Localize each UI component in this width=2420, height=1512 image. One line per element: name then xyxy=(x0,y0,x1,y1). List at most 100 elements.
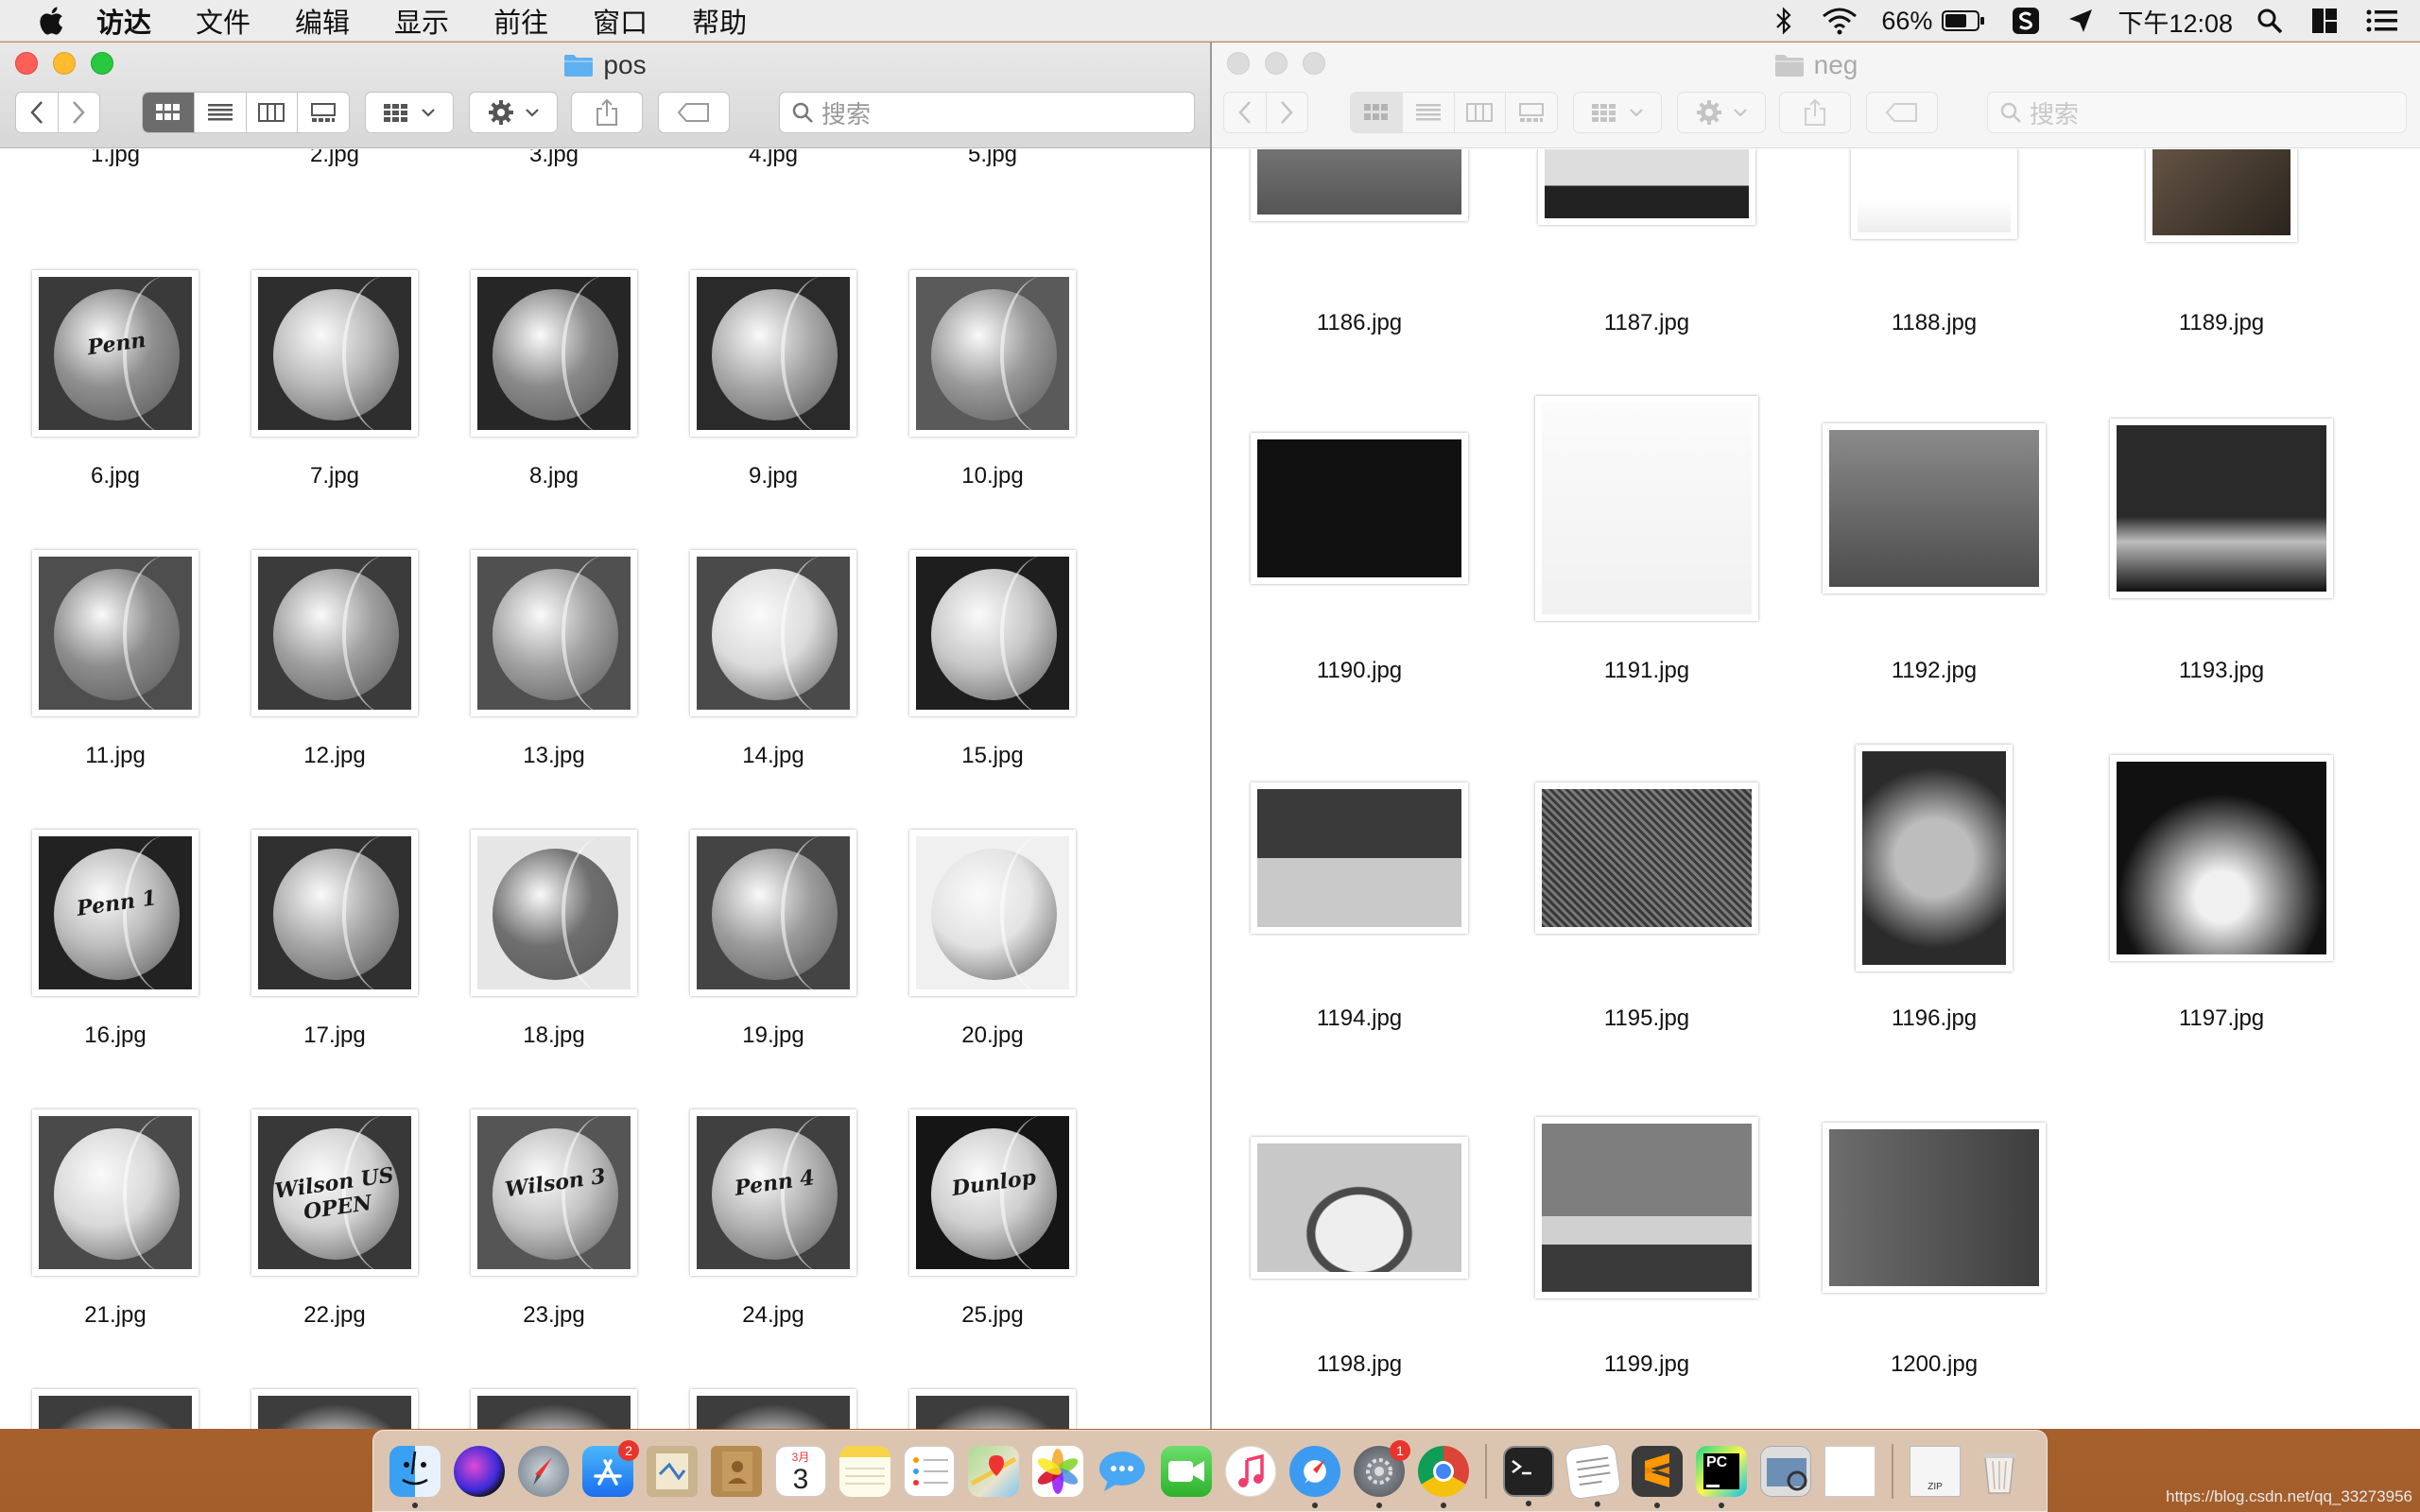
icon-view-button[interactable] xyxy=(1351,93,1403,132)
file-item[interactable]: Penn 1 16.jpg xyxy=(30,830,200,1048)
image-thumbnail[interactable] xyxy=(1538,149,1755,225)
image-thumbnail[interactable] xyxy=(909,550,1076,716)
gallery-view-button[interactable] xyxy=(298,93,349,132)
image-thumbnail[interactable]: Penn 4 xyxy=(690,1109,856,1276)
trash-icon[interactable] xyxy=(1974,1446,2025,1497)
file-item[interactable]: 1197.jpg xyxy=(2099,149,2344,1031)
sublime-text-icon[interactable] xyxy=(1632,1445,1683,1508)
preview-icon[interactable] xyxy=(647,1445,698,1497)
contacts-icon[interactable] xyxy=(711,1445,762,1497)
file-item[interactable]: Wilson 3 23.jpg xyxy=(469,1109,639,1328)
file-item[interactable]: 20.jpg xyxy=(908,830,1078,1048)
chrome-icon[interactable] xyxy=(1418,1445,1469,1508)
image-thumbnail[interactable] xyxy=(690,550,856,716)
action-button[interactable] xyxy=(1677,92,1766,133)
menu-finder[interactable]: 访达 xyxy=(96,1,151,41)
tags-button[interactable] xyxy=(658,92,730,133)
image-thumbnail[interactable] xyxy=(1251,782,1468,934)
image-thumbnail[interactable] xyxy=(471,830,637,996)
system-preferences-icon[interactable]: 1 xyxy=(1354,1439,1410,1508)
image-thumbnail[interactable] xyxy=(909,830,1076,996)
apple-menu-icon[interactable] xyxy=(36,4,70,38)
image-thumbnail[interactable] xyxy=(471,550,637,716)
group-by-button[interactable] xyxy=(365,92,454,133)
menu-view[interactable]: 显示 xyxy=(394,1,449,41)
image-thumbnail[interactable]: Penn xyxy=(32,270,199,437)
bluetooth-icon[interactable] xyxy=(1773,7,1794,35)
image-thumbnail[interactable] xyxy=(2146,149,2297,242)
file-item[interactable]: 19.jpg xyxy=(688,830,858,1048)
file-item[interactable]: 17.jpg xyxy=(250,830,420,1048)
image-thumbnail[interactable] xyxy=(2110,755,2333,961)
launchpad-icon[interactable] xyxy=(518,1445,569,1497)
back-button[interactable] xyxy=(1224,93,1267,132)
image-thumbnail[interactable] xyxy=(32,1389,199,1429)
search-field[interactable]: 搜索 xyxy=(1987,92,2407,133)
music-icon[interactable] xyxy=(1225,1445,1276,1497)
forward-button[interactable] xyxy=(59,93,100,132)
maps-icon[interactable] xyxy=(968,1445,1019,1497)
reminders-icon[interactable] xyxy=(904,1445,955,1497)
file-item[interactable]: 1200.jpg xyxy=(1811,149,2057,1377)
image-thumbnail[interactable] xyxy=(690,830,856,996)
image-thumbnail[interactable] xyxy=(690,270,856,437)
share-button[interactable] xyxy=(1779,92,1851,133)
column-view-button[interactable] xyxy=(1455,93,1507,132)
menu-edit[interactable]: 编辑 xyxy=(295,1,350,41)
image-thumbnail[interactable] xyxy=(251,550,418,716)
file-item[interactable]: Penn 6.jpg xyxy=(30,270,200,489)
image-thumbnail[interactable] xyxy=(1535,1117,1758,1298)
file-item[interactable]: 12.jpg xyxy=(250,550,420,768)
file-item[interactable]: 7.jpg xyxy=(250,270,420,489)
image-capture-icon[interactable] xyxy=(1760,1445,1811,1497)
image-thumbnail[interactable] xyxy=(909,1389,1076,1429)
image-thumbnail[interactable] xyxy=(1851,149,2017,239)
location-arrow-icon[interactable] xyxy=(2066,7,2095,35)
menu-go[interactable]: 前往 xyxy=(493,1,548,41)
image-thumbnail[interactable] xyxy=(471,270,637,437)
s-app-icon[interactable] xyxy=(2012,7,2040,35)
file-item[interactable]: 9.jpg xyxy=(688,270,858,489)
image-thumbnail[interactable] xyxy=(251,1389,418,1429)
image-thumbnail[interactable]: Wilson 3 xyxy=(471,1109,637,1276)
file-item[interactable]: 14.jpg xyxy=(688,550,858,768)
file-item[interactable]: 13.jpg xyxy=(469,550,639,768)
photos-icon[interactable] xyxy=(1032,1445,1083,1497)
terminal-icon[interactable] xyxy=(1503,1445,1554,1506)
finder-icon[interactable] xyxy=(389,1445,441,1508)
file-item[interactable]: Dunlop 25.jpg xyxy=(908,1109,1078,1328)
tags-button[interactable] xyxy=(1866,92,1938,133)
gallery-view-button[interactable] xyxy=(1506,93,1557,132)
textedit-icon[interactable] xyxy=(1564,1442,1622,1507)
image-thumbnail[interactable] xyxy=(690,1389,856,1429)
forward-button[interactable] xyxy=(1267,93,1308,132)
image-thumbnail[interactable] xyxy=(471,1389,637,1429)
action-button[interactable] xyxy=(469,92,558,133)
notes-icon[interactable] xyxy=(839,1445,890,1497)
app-store-icon[interactable]: 2 xyxy=(582,1439,639,1497)
image-thumbnail[interactable]: Wilson US OPEN xyxy=(251,1109,418,1276)
file-item[interactable]: 21.jpg xyxy=(30,1109,200,1328)
file-item[interactable]: 1199.jpg xyxy=(1524,149,1770,1377)
search-field[interactable]: 搜索 xyxy=(779,92,1195,133)
messages-icon[interactable] xyxy=(1097,1446,1148,1497)
image-thumbnail[interactable] xyxy=(32,1109,199,1276)
icon-view-button[interactable] xyxy=(143,93,195,132)
calendar-icon[interactable]: 3月 3 xyxy=(775,1445,826,1497)
safari-icon[interactable] xyxy=(1289,1445,1340,1508)
file-item[interactable]: 8.jpg xyxy=(469,270,639,489)
file-item[interactable]: Penn 4 24.jpg xyxy=(688,1109,858,1328)
zip-archive-icon[interactable]: ZIP xyxy=(1910,1445,1961,1497)
image-thumbnail[interactable] xyxy=(1535,396,1758,621)
list-view-button[interactable] xyxy=(195,93,247,132)
group-by-button[interactable] xyxy=(1573,92,1662,133)
menu-help[interactable]: 帮助 xyxy=(692,1,747,41)
battery-icon[interactable] xyxy=(1942,9,1985,32)
back-button[interactable] xyxy=(16,93,59,132)
siri-icon[interactable] xyxy=(454,1445,505,1497)
menu-file[interactable]: 文件 xyxy=(196,1,251,41)
spotlight-search-icon[interactable] xyxy=(2256,7,2284,35)
image-thumbnail[interactable] xyxy=(1251,149,1468,221)
file-item[interactable]: 11.jpg xyxy=(30,550,200,768)
wifi-icon[interactable] xyxy=(1821,7,1858,35)
